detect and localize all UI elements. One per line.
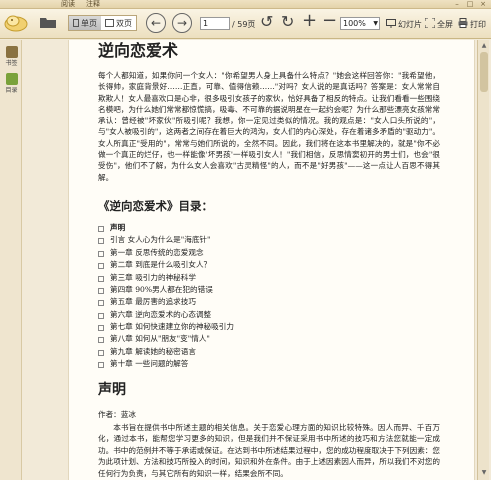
single-page-label: 单页 [81,18,97,28]
prev-page-button[interactable]: ← [146,13,166,33]
menu-annotate[interactable]: 注释 [86,0,100,9]
rotate-left-icon[interactable]: ↺ [260,12,273,31]
toc-item[interactable]: 第五章 最厉害的追求技巧 [98,296,440,308]
fullscreen-label[interactable]: 全屏 [437,19,453,30]
zoom-select[interactable]: 100% ▼ [340,17,380,30]
toc-icon [5,73,18,85]
sidebar: 书签 目录 [0,40,22,480]
zoom-value: 100% [343,19,366,28]
intro-paragraph: 每个人都知道，如果你问一个女人："你希望男人身上具备什么特点？"她会这样回答你：… [98,71,440,182]
minimize-icon[interactable]: – [452,0,462,8]
toc-list: 声明 引言 女人心为什么是"海底针" 第一章 反思传统的恋爱观念 第二章 到底是… [98,222,440,371]
slideshow-label[interactable]: 幻灯片 [398,19,422,30]
menu-read[interactable]: 阅读 [61,0,75,9]
toc-item[interactable]: 第一章 反思传统的恋爱观念 [98,247,440,259]
scroll-thumb[interactable] [480,52,488,92]
document-content: 逆向恋爱术 每个人都知道，如果你问一个女人："你希望男人身上具备什么特点？"她会… [98,40,440,480]
printer-icon[interactable] [458,18,468,28]
toc-item[interactable]: 第二章 到底是什么吸引女人？ [98,259,440,271]
toc-item[interactable]: 第四章 90%男人都在犯的错误 [98,284,440,296]
document-title: 逆向恋爱术 [98,41,179,60]
next-page-button[interactable]: → [172,13,192,33]
toc-item[interactable]: 第七章 如何快速建立你的神秘吸引力 [98,321,440,333]
close-icon[interactable]: × [478,0,488,8]
fullscreen-icon[interactable] [425,18,435,28]
view-mode-toggle: 单页 双页 [68,15,137,31]
print-label[interactable]: 打印 [470,19,486,30]
sidebar-item-label: 目录 [5,87,18,94]
single-page-button[interactable]: 单页 [69,16,101,30]
single-page-icon [73,19,79,27]
sidebar-item-toc[interactable]: 目录 [3,73,20,94]
toc-item[interactable]: 引言 女人心为什么是"海底针" [98,234,440,246]
statement-paragraph: 本书旨在提供书中所述主题的相关信息。关于恋爱心理方面的知识比较特殊。因人而异、千… [98,422,440,479]
document-page: 逆向恋爱术 每个人都知道，如果你问一个女人："你希望男人身上具备什么特点？"她会… [68,40,475,480]
rotate-right-icon[interactable]: ↻ [281,12,294,31]
scroll-down-icon[interactable]: ▼ [479,468,489,478]
zoom-in-icon[interactable]: + [302,10,317,31]
menu-bar: 阅读 注释 – □ × [0,0,491,9]
bookmark-icon [5,46,18,58]
double-page-icon [105,19,114,27]
toc-item[interactable]: 第九章 解读她的秘密语言 [98,346,440,358]
section-title: 声明 [98,381,126,398]
double-page-label: 双页 [116,18,132,28]
toc-item[interactable]: 第三章 吸引力的神秘科学 [98,272,440,284]
maximize-icon[interactable]: □ [465,0,475,8]
arrow-right-icon: → [176,16,188,30]
toc-item[interactable]: 声明 [98,222,440,234]
chevron-down-icon: ▼ [373,20,378,27]
toc-item[interactable]: 第十章 一些问题的解答 [98,358,440,370]
toc-item[interactable]: 第六章 逆向恋爱术的心态调整 [98,309,440,321]
sidebar-item-bookmarks[interactable]: 书签 [3,46,20,67]
slideshow-icon[interactable] [386,18,396,28]
toc-heading: 《逆向恋爱术》目录： [98,198,213,213]
page-total: / 59页 [232,20,256,29]
toc-item[interactable]: 第八章 如何从"朋友"变"情人" [98,333,440,345]
page-number-input[interactable]: 1 [200,17,230,30]
double-page-button[interactable]: 双页 [101,16,136,30]
author-line: 作者：蓝冰 [98,409,136,419]
arrow-left-icon: ← [150,16,162,30]
zoom-out-icon[interactable]: − [322,10,337,31]
open-folder-icon[interactable] [39,14,57,30]
app-logo-icon [4,15,28,32]
sidebar-item-label: 书签 [5,60,18,67]
vertical-scrollbar[interactable]: ▲ ▼ [477,40,489,480]
scroll-up-icon[interactable]: ▲ [479,41,489,51]
